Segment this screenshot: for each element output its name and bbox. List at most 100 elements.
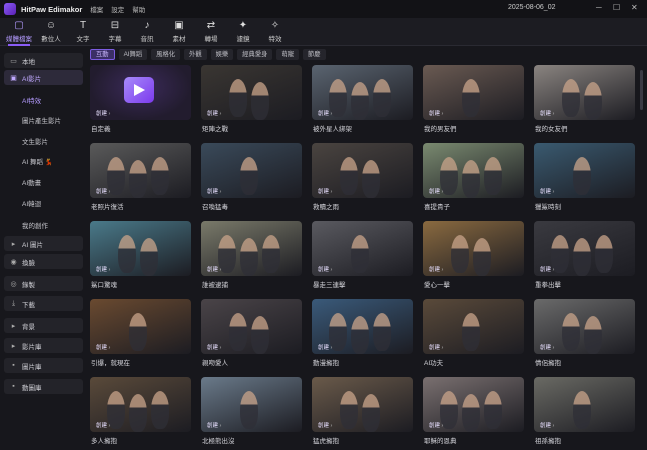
- category-tag[interactable]: 經典愛身: [237, 49, 273, 60]
- minimize-icon[interactable]: ─: [596, 3, 602, 12]
- custom-effect-card[interactable]: 創建自定義: [90, 65, 191, 135]
- toolbar-button[interactable]: ☺ 數位人: [34, 20, 68, 45]
- create-button[interactable]: 創建: [96, 421, 110, 429]
- effect-card[interactable]: 創建重拳出擊: [534, 221, 635, 291]
- create-button[interactable]: 創建: [540, 343, 554, 351]
- toolbar-button[interactable]: ✦ 濾鏡: [226, 20, 260, 45]
- create-button[interactable]: 創建: [429, 421, 443, 429]
- effect-card[interactable]: 創建多人擁抱: [90, 377, 191, 447]
- create-button[interactable]: 創建: [429, 187, 443, 195]
- effect-card[interactable]: 創建矩陣之戰: [201, 65, 302, 135]
- create-button[interactable]: 創建: [318, 187, 332, 195]
- effect-card[interactable]: 創建鯊口驚魂: [90, 221, 191, 291]
- person-figure: [251, 82, 269, 120]
- sidebar-item[interactable]: ▭ 本地: [4, 53, 83, 68]
- effect-card[interactable]: 創建暴走三連擊: [312, 221, 413, 291]
- create-button[interactable]: 創建: [207, 421, 221, 429]
- effect-card[interactable]: 創建我的男友們: [423, 65, 524, 135]
- record-icon: ◎: [10, 280, 17, 288]
- menu-settings[interactable]: 設定: [111, 4, 124, 14]
- sidebar-item[interactable]: ▣ AI影片: [4, 70, 83, 85]
- toolbar-button[interactable]: ▣ 素材: [162, 20, 196, 45]
- sidebar-subitem[interactable]: 圖片產生影片: [22, 115, 61, 125]
- category-tag[interactable]: AI舞蹈: [118, 49, 148, 60]
- toolbar-button-label: 濾鏡: [236, 36, 250, 43]
- toolbar-button[interactable]: T 文字: [66, 20, 100, 45]
- sidebar-item[interactable]: ▪ 動圖庫: [4, 379, 83, 394]
- sidebar-item-label: 影片庫: [22, 343, 42, 351]
- create-button[interactable]: 創建: [540, 421, 554, 429]
- sidebar-subitem[interactable]: AI特效: [22, 95, 41, 105]
- create-button[interactable]: 創建: [207, 265, 221, 273]
- create-button[interactable]: 創建: [318, 109, 332, 117]
- toolbar-button[interactable]: ♪ 音訊: [130, 20, 164, 45]
- create-button[interactable]: 創建: [429, 109, 443, 117]
- sidebar-item[interactable]: ⤓ 下載: [4, 296, 83, 311]
- create-button[interactable]: 創建: [429, 343, 443, 351]
- effect-card[interactable]: 創建老照片復活: [90, 143, 191, 213]
- effect-title: 召喚猛毒: [202, 204, 228, 211]
- scrollbar[interactable]: [640, 70, 643, 110]
- effect-card[interactable]: 創建救贖之雨: [312, 143, 413, 213]
- sidebar-item[interactable]: ◎ 錄製: [4, 276, 83, 291]
- effect-card[interactable]: 創建我的女友們: [534, 65, 635, 135]
- effect-card[interactable]: 創建情侶擁抱: [534, 299, 635, 369]
- category-tag[interactable]: 萌寵: [276, 49, 299, 60]
- sidebar-subitem[interactable]: AI動畫: [22, 177, 41, 187]
- effect-card[interactable]: 創建誰被逮捕: [201, 221, 302, 291]
- folder-icon: ▭: [10, 57, 17, 65]
- sidebar-item[interactable]: ▸ AI 圖片: [4, 236, 83, 251]
- person-figure: [129, 160, 147, 198]
- sidebar-subitem[interactable]: AI 舞蹈 💃: [22, 156, 53, 166]
- toolbar-button[interactable]: ▢ 媒體檔案: [2, 20, 36, 46]
- sidebar-subitem[interactable]: 文生影片: [22, 136, 48, 146]
- create-button[interactable]: 創建: [318, 421, 332, 429]
- create-button[interactable]: 創建: [318, 343, 332, 351]
- close-icon[interactable]: ✕: [631, 3, 638, 12]
- menu-help[interactable]: 幫助: [132, 4, 145, 14]
- menu-file[interactable]: 檔案: [90, 4, 103, 14]
- effect-card[interactable]: 創建親吻愛人: [201, 299, 302, 369]
- effect-card[interactable]: 創建愛心一擊: [423, 221, 524, 291]
- sidebar-subitem[interactable]: 我的創作: [22, 220, 48, 230]
- effect-card[interactable]: 創建動漫擁抱: [312, 299, 413, 369]
- sidebar-item[interactable]: ▸ 影片庫: [4, 338, 83, 353]
- category-tag[interactable]: 外觀: [184, 49, 207, 60]
- effect-card[interactable]: 創建 AI功夫: [423, 299, 524, 369]
- create-button[interactable]: 創建: [207, 109, 221, 117]
- effect-card[interactable]: 創建祖孫擁抱: [534, 377, 635, 447]
- create-button[interactable]: 創建: [429, 265, 443, 273]
- sidebar-subitem[interactable]: AI韓迴: [22, 198, 41, 208]
- create-button[interactable]: 創建: [96, 187, 110, 195]
- effect-card[interactable]: 創建耶穌的恩典: [423, 377, 524, 447]
- effect-card[interactable]: 創建獵鯊時刻: [534, 143, 635, 213]
- create-button[interactable]: 創建: [207, 187, 221, 195]
- toolbar-button[interactable]: ✧ 特效: [258, 20, 292, 45]
- category-tag[interactable]: 互動: [90, 49, 115, 60]
- sidebar-item[interactable]: ◉ 換臉: [4, 254, 83, 269]
- sidebar-item[interactable]: ▸ 背景: [4, 318, 83, 333]
- maximize-icon[interactable]: ☐: [613, 3, 620, 12]
- create-button[interactable]: 創建: [96, 109, 110, 117]
- toolbar-button[interactable]: ⇄ 轉場: [194, 20, 228, 45]
- effect-card[interactable]: 創建猛虎擁抱: [312, 377, 413, 447]
- sidebar-item[interactable]: ▪ 圖片庫: [4, 358, 83, 373]
- effect-card[interactable]: 創建喜提貴子: [423, 143, 524, 213]
- effect-card[interactable]: 創建引爆，就現在: [90, 299, 191, 369]
- create-button[interactable]: 創建: [96, 265, 110, 273]
- toolbar-button[interactable]: ⊟ 字幕: [98, 20, 132, 45]
- effect-card[interactable]: 創建被外星人綁架: [312, 65, 413, 135]
- create-button[interactable]: 創建: [96, 343, 110, 351]
- create-button[interactable]: 創建: [540, 265, 554, 273]
- effect-thumbnail: 創建: [201, 143, 302, 198]
- category-tag[interactable]: 娛樂: [210, 49, 234, 60]
- effect-card[interactable]: 創建北極熊出沒: [201, 377, 302, 447]
- effect-card[interactable]: 創建召喚猛毒: [201, 143, 302, 213]
- category-tag[interactable]: 節慶: [303, 49, 326, 60]
- create-button[interactable]: 創建: [318, 265, 332, 273]
- create-button[interactable]: 創建: [207, 343, 221, 351]
- create-button[interactable]: 創建: [540, 187, 554, 195]
- category-tag[interactable]: 風格化: [151, 49, 181, 60]
- person-figure: [373, 79, 391, 117]
- create-button[interactable]: 創建: [540, 109, 554, 117]
